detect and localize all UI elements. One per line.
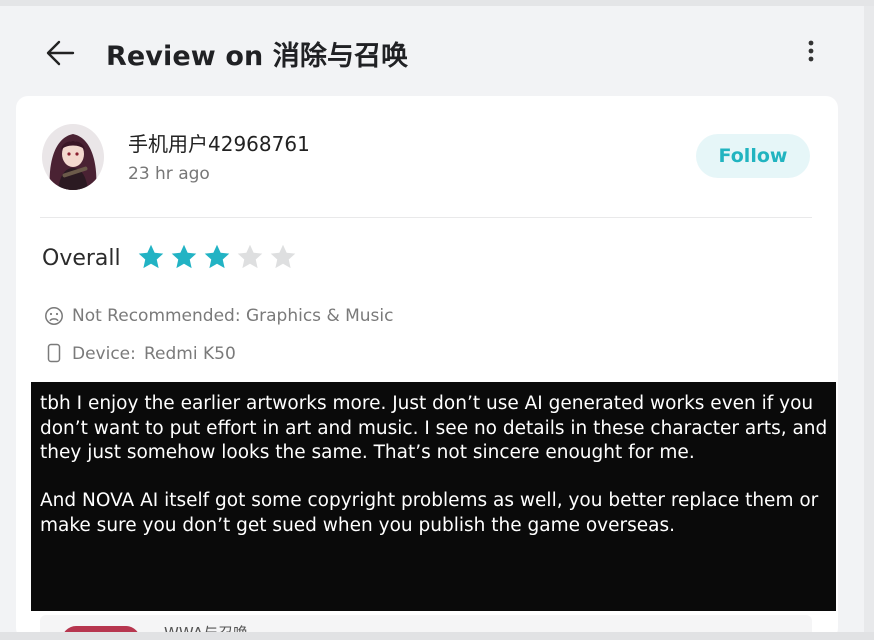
review-text-paragraph: tbh I enjoy the earlier artworks more. J…: [40, 393, 828, 463]
follow-button[interactable]: Follow: [696, 134, 810, 178]
review-timestamp: 23 hr ago: [128, 164, 210, 184]
more-vertical-icon: [808, 40, 814, 62]
star-rating: [136, 242, 306, 276]
back-button[interactable]: [44, 36, 78, 70]
page-title: Review on 消除与召唤: [106, 41, 409, 72]
overall-rating-label: Overall: [42, 246, 121, 271]
more-options-button[interactable]: [800, 38, 822, 64]
anime-character-avatar-icon: [42, 124, 104, 190]
star-icon: [138, 244, 164, 269]
divider: [40, 217, 812, 218]
next-review-title: WWA与召唤: [164, 622, 248, 632]
scrollbar-track[interactable]: [864, 6, 874, 640]
review-author-name[interactable]: 手机用户42968761: [128, 128, 310, 157]
not-recommended-text: Not Recommended: Graphics & Music: [72, 306, 394, 326]
window-bottom-edge: [0, 632, 874, 640]
sad-face-icon: [45, 307, 63, 325]
star-icon: [204, 244, 230, 269]
avatar[interactable]: [42, 124, 104, 190]
phone-icon: [47, 343, 61, 363]
arrow-left-icon: [46, 40, 75, 66]
device-value: Redmi K50: [144, 344, 236, 364]
review-text-paragraph: And NOVA AI itself got some copyright pr…: [40, 490, 819, 536]
app-header: Review on 消除与召唤: [0, 6, 864, 96]
star-icon: [171, 244, 197, 269]
star-empty-icon: [270, 244, 296, 269]
device-label: Device:: [72, 344, 136, 364]
next-review-preview[interactable]: WWA与召唤: [40, 615, 812, 632]
star-empty-icon: [237, 244, 263, 269]
